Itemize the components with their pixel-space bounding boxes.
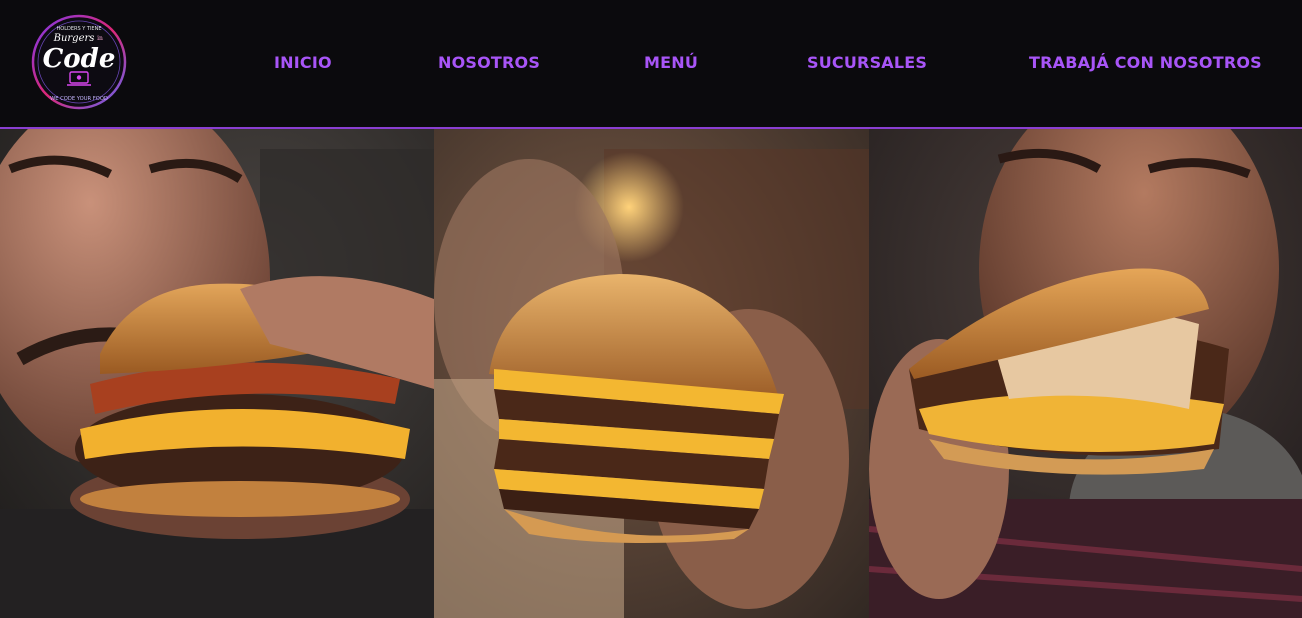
brand-logo[interactable]: HOLDERS Y TIENE Burgers in Code WE CODE … [30, 14, 128, 110]
gallery-photo-triple-burger [434, 129, 869, 618]
nav-item-inicio[interactable]: INICIO [274, 52, 332, 74]
gallery-photo-bacon-burger [0, 129, 434, 618]
burger-gallery [0, 129, 1302, 618]
svg-text:HOLDERS Y TIENE: HOLDERS Y TIENE [57, 26, 102, 32]
svg-text:WE CODE YOUR FOOD: WE CODE YOUR FOOD [50, 96, 108, 102]
nav-item-sucursales[interactable]: SUCURSALES [807, 52, 927, 74]
nav-item-menu[interactable]: MENÚ [644, 52, 698, 74]
svg-text:in: in [97, 35, 103, 42]
nav-item-trabaja-con-nosotros[interactable]: TRABAJÁ CON NOSOTROS [1029, 52, 1262, 74]
gallery-photo-loaded-burger [869, 129, 1302, 618]
nav-item-nosotros[interactable]: NOSOTROS [438, 52, 540, 74]
svg-text:Burgers: Burgers [53, 33, 95, 44]
site-header: HOLDERS Y TIENE Burgers in Code WE CODE … [0, 0, 1302, 129]
svg-text:Code: Code [43, 44, 116, 74]
